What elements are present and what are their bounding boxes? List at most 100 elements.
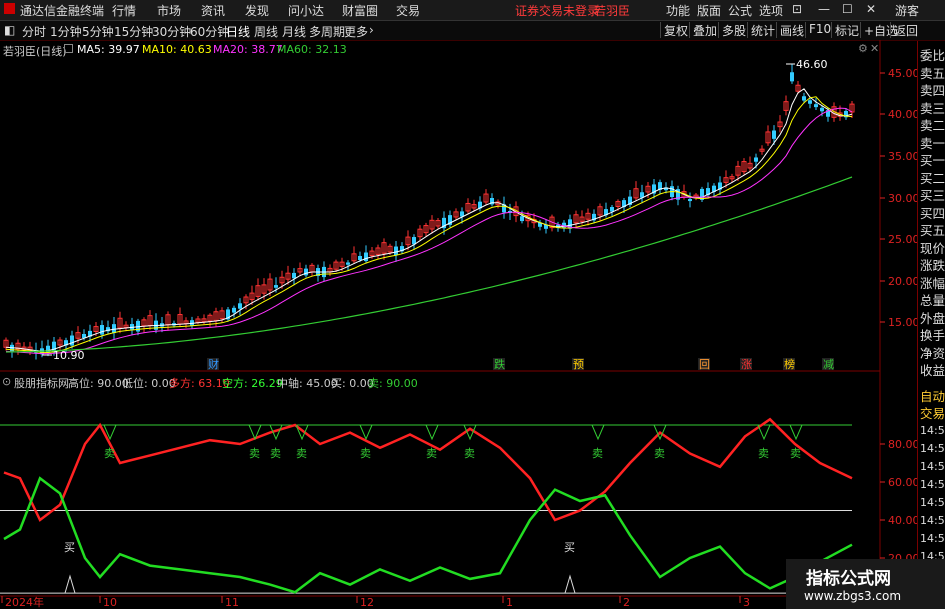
- menu-options[interactable]: 选项: [759, 2, 783, 19]
- statistics-button[interactable]: 统计: [747, 22, 778, 38]
- menu-market[interactable]: 市场: [157, 2, 181, 19]
- trade-time: 14:56: [920, 532, 945, 545]
- app-title: 通达信金融终端: [20, 4, 105, 18]
- indicator-short: 空方: 26.29: [222, 377, 283, 390]
- settings-icon[interactable]: [64, 44, 73, 53]
- overlay-button[interactable]: 叠加: [689, 22, 720, 38]
- quote-field-label: 买一: [920, 153, 945, 168]
- trade-time: 14:56: [920, 460, 945, 473]
- quote-field-label: 买五: [920, 223, 945, 238]
- draw-button[interactable]: 画线: [776, 22, 807, 38]
- menu-news[interactable]: 资讯: [201, 2, 225, 19]
- event-tags: 财跌预回涨榜减: [207, 357, 834, 371]
- ma5-line: [5, 88, 853, 352]
- quote-field-label: 买四: [920, 205, 945, 221]
- candle-body: [394, 246, 398, 256]
- quote-field-label: 净资: [920, 345, 945, 361]
- indicator-low: 低位: 0.00: [122, 377, 176, 390]
- period-5min[interactable]: 5分钟: [82, 23, 114, 40]
- panel-toggle-icon[interactable]: ◧: [4, 23, 15, 37]
- trade-label[interactable]: 交易: [920, 403, 945, 422]
- ma5-label: MA5: 39.97: [77, 43, 140, 56]
- indicator-mid: 中轴: 45.00: [277, 377, 338, 390]
- period-30min[interactable]: 30分钟: [152, 23, 191, 40]
- event-tag: 跌: [494, 357, 505, 371]
- more-chevron-icon[interactable]: ›: [369, 23, 374, 37]
- candle-body: [610, 207, 614, 212]
- quote-field-label: 买三: [920, 188, 945, 203]
- price-tick-label: 40.00: [888, 108, 917, 121]
- sell-signal-icon: [789, 424, 803, 441]
- minimize-icon[interactable]: —: [818, 2, 830, 16]
- period-timeshare[interactable]: 分时: [22, 23, 46, 40]
- candle-body: [292, 272, 296, 279]
- quote-field-label: 现价: [920, 240, 945, 256]
- sell-signal-label: 卖: [104, 447, 115, 460]
- quote-field-label: 买二: [920, 170, 945, 186]
- candle-body: [772, 130, 776, 139]
- sell-signal-label: 卖: [249, 447, 260, 460]
- maximize-icon[interactable]: ☐: [842, 2, 853, 16]
- period-weekly[interactable]: 周线: [254, 23, 278, 40]
- quote-field-label: 卖四: [920, 83, 945, 98]
- close-icon[interactable]: ✕: [866, 2, 876, 16]
- date-axis: 2024年 10 11 12 1 2 3: [1, 595, 750, 609]
- price-tick-label: 30.00: [888, 192, 917, 205]
- sell-signal-label: 卖: [758, 447, 769, 460]
- candle-body: [520, 216, 524, 222]
- gear-icon[interactable]: ⚙: [858, 42, 868, 55]
- indicator-collapse-icon[interactable]: ⊙: [2, 375, 11, 388]
- menu-quotes[interactable]: 行情: [112, 2, 136, 19]
- menu-discover[interactable]: 发现: [245, 2, 269, 19]
- price-axis: 45.00 40.00 35.00 30.00 25.00 20.00 15.00: [880, 67, 917, 329]
- candle-body: [100, 325, 104, 335]
- buy-signal-label: 买: [64, 541, 75, 554]
- low-price-label: 10.90: [53, 349, 85, 362]
- close-panel-icon[interactable]: ✕: [870, 42, 879, 55]
- event-tag: 回: [699, 358, 710, 371]
- trade-time: 14:56: [920, 424, 945, 437]
- period-more[interactable]: 更多: [344, 23, 368, 40]
- quote-field-label: 卖二: [920, 118, 945, 133]
- quote-field-label: 涨跌: [920, 258, 945, 273]
- indicator-long: 多方: 63.10: [169, 377, 230, 390]
- period-monthly[interactable]: 月线: [282, 23, 306, 40]
- app-logo-icon: [4, 3, 15, 14]
- screenshot-icon[interactable]: ⊡: [792, 2, 802, 16]
- indicator-sell: 卖: 90.00: [368, 377, 418, 390]
- menu-formula[interactable]: 公式: [728, 2, 752, 19]
- adjust-button[interactable]: 复权: [660, 22, 691, 38]
- watermark-logo: 指标公式网 www.zbgs3.com: [786, 559, 945, 609]
- menu-fortune[interactable]: 财富圈: [342, 2, 378, 19]
- back-button[interactable]: 返回: [890, 22, 921, 38]
- menu-ask[interactable]: 问小达: [288, 2, 324, 19]
- period-toolbar: ◧ 分时 1分钟 5分钟 15分钟 30分钟 60分钟 日线 周线 月线 多周期…: [0, 21, 945, 41]
- price-tick-label: 15.00: [888, 316, 917, 329]
- period-1min[interactable]: 1分钟: [50, 23, 82, 40]
- period-multi[interactable]: 多周期: [309, 23, 345, 40]
- date-label: 1: [506, 596, 513, 609]
- date-label: 12: [360, 596, 374, 609]
- period-60min[interactable]: 60分钟: [190, 23, 229, 40]
- f10-button[interactable]: F10: [805, 22, 834, 38]
- indicator-tick-label: 80.00: [888, 438, 917, 451]
- menu-trade[interactable]: 交易: [396, 2, 420, 19]
- period-daily[interactable]: 日线: [226, 23, 250, 40]
- candle-body: [808, 100, 812, 104]
- multistock-button[interactable]: 多股: [718, 22, 749, 38]
- ma20-line: [5, 107, 853, 355]
- menu-function[interactable]: 功能: [666, 2, 690, 19]
- menu-layout[interactable]: 版面: [697, 2, 721, 19]
- guest-label[interactable]: 游客: [895, 2, 919, 19]
- candle-body: [754, 157, 758, 162]
- period-15min[interactable]: 15分钟: [114, 23, 153, 40]
- candle-body: [820, 107, 824, 112]
- sell-signal-label: 卖: [360, 447, 371, 460]
- sell-signal-label: 卖: [296, 447, 307, 460]
- mark-button[interactable]: 标记: [831, 22, 862, 38]
- kline-chart[interactable]: 45.00 40.00 35.00 30.00 25.00 20.00 15.00 80.0…: [0, 40, 917, 609]
- candle-body: [274, 285, 278, 288]
- candle-body: [802, 96, 806, 101]
- indicator-name: 股朋指标网: [14, 377, 69, 390]
- price-tick-label: 35.00: [888, 150, 917, 163]
